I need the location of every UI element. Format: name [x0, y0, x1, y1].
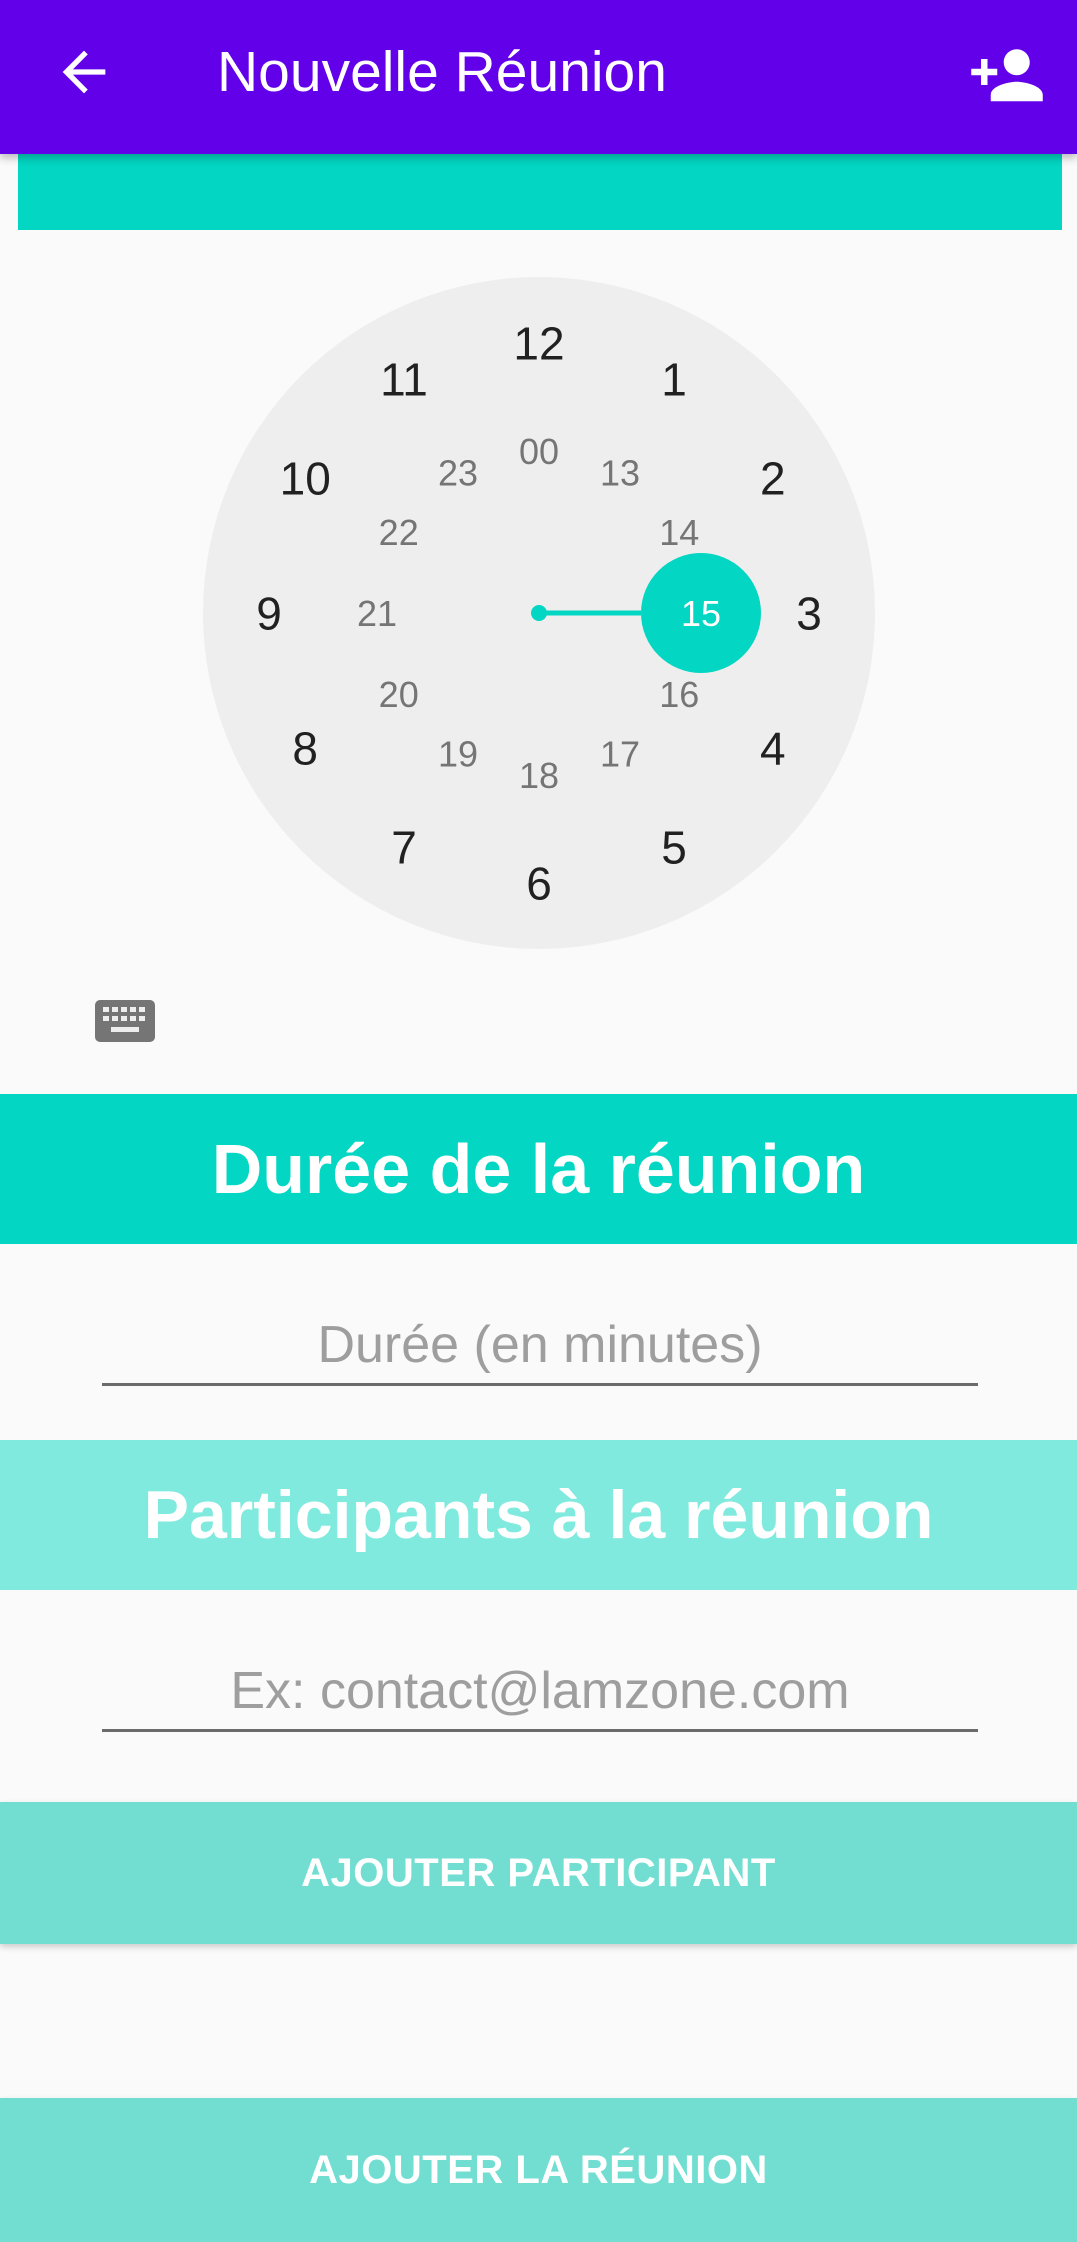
hour-21[interactable]: 21 — [357, 593, 397, 634]
hour-2[interactable]: 2 — [760, 453, 786, 505]
time-picker: 12 1 2 3 4 5 6 7 8 9 10 11 00 13 14 15 16 17 18 19 20 21 22 23 — [0, 230, 1077, 1094]
hour-8[interactable]: 8 — [292, 723, 318, 775]
hour-14[interactable]: 14 — [659, 512, 699, 553]
clock-center-dot — [531, 605, 547, 621]
add-participant-button[interactable]: AJOUTER PARTICIPANT — [0, 1802, 1077, 1944]
hour-22[interactable]: 22 — [379, 512, 419, 553]
add-meeting-button[interactable]: AJOUTER LA RÉUNION — [0, 2098, 1077, 2242]
keyboard-icon[interactable] — [94, 996, 156, 1046]
hour-12[interactable]: 12 — [513, 318, 564, 370]
hour-18[interactable]: 18 — [519, 755, 559, 796]
hour-6[interactable]: 6 — [526, 858, 552, 910]
duration-heading: Durée de la réunion — [0, 1094, 1077, 1244]
clock-face[interactable]: 121234567891011001314151617181920212223 — [0, 230, 1077, 990]
hour-20[interactable]: 20 — [379, 674, 419, 715]
duration-input[interactable] — [102, 1306, 978, 1383]
hour-00[interactable]: 00 — [519, 431, 559, 472]
hour-4[interactable]: 4 — [760, 723, 786, 775]
hour-3[interactable]: 3 — [796, 588, 822, 640]
arrow-back-icon[interactable] — [52, 40, 116, 104]
page-title: Nouvelle Réunion — [217, 40, 667, 104]
participant-email-input[interactable] — [102, 1652, 978, 1729]
participant-field-container — [102, 1652, 978, 1732]
hour-10[interactable]: 10 — [280, 453, 331, 505]
hour-1[interactable]: 1 — [661, 354, 687, 406]
hour-9[interactable]: 9 — [256, 588, 282, 640]
hour-17[interactable]: 17 — [600, 733, 640, 774]
participants-heading: Participants à la réunion — [0, 1440, 1077, 1590]
time-picker-header — [18, 154, 1062, 230]
hour-23[interactable]: 23 — [438, 453, 478, 494]
app-bar: Nouvelle Réunion — [0, 0, 1077, 154]
person-add-icon[interactable] — [968, 36, 1046, 108]
hour-19[interactable]: 19 — [438, 733, 478, 774]
hour-5[interactable]: 5 — [661, 821, 687, 873]
hour-11[interactable]: 11 — [380, 354, 428, 406]
hour-15[interactable]: 15 — [681, 593, 721, 634]
hour-16[interactable]: 16 — [659, 674, 699, 715]
hour-7[interactable]: 7 — [391, 821, 417, 873]
duration-field-container — [102, 1306, 978, 1386]
hour-13[interactable]: 13 — [600, 453, 640, 494]
